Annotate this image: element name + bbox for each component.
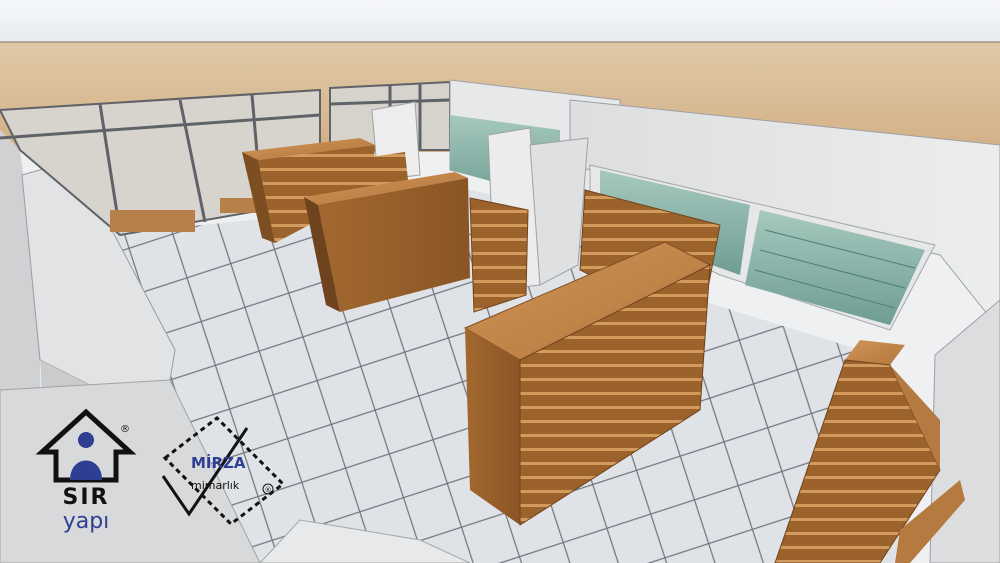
store-interior-render: ® SIR yapı MİRZA mimarlık ®	[0, 0, 1000, 563]
mirza-registered-mark: ®	[265, 486, 272, 494]
sir-registered-mark: ®	[120, 424, 130, 435]
mirza-logo-text: MİRZA	[191, 453, 246, 472]
mimarlik-logo-text: mimarlık	[191, 479, 240, 492]
person-head-icon	[78, 432, 94, 448]
sir-logo-text: SIR	[63, 485, 110, 510]
yapi-logo-text: yapı	[63, 509, 110, 534]
center-shelf-rack	[469, 197, 529, 313]
sky	[0, 0, 1000, 42]
